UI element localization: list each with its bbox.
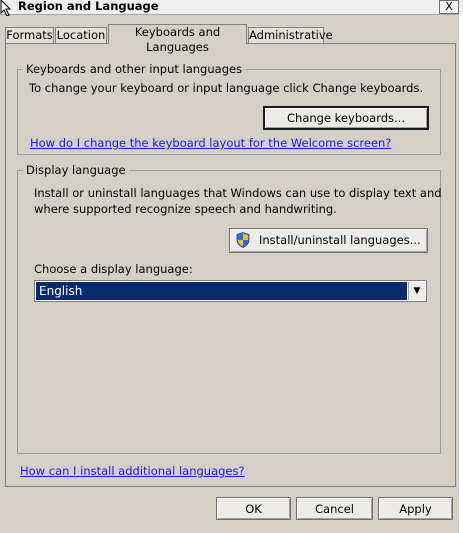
welcome-screen-layout-help-link[interactable]: How do I change the keyboard layout for … [30, 136, 391, 150]
selected-display-language: English [36, 282, 407, 300]
tab-location[interactable]: Location [55, 27, 107, 43]
region-language-dialog: Region and Language X Formats Location K… [0, 0, 463, 533]
display-language-description-line2: where supported recognize speech and han… [34, 202, 337, 216]
keyboards-description: To change your keyboard or input languag… [29, 81, 424, 95]
install-additional-languages-link[interactable]: How can I install additional languages? [20, 464, 245, 478]
tab-administrative[interactable]: Administrative [248, 27, 333, 43]
tab-label: Formats [6, 28, 53, 42]
close-icon: X [445, 0, 453, 13]
install-uninstall-languages-button[interactable]: Install/uninstall languages... [229, 228, 428, 253]
tab-label: Location [56, 28, 106, 42]
tab-panel-keyboards-and-languages: Keyboards and other input languages To c… [5, 43, 456, 487]
apply-button[interactable]: Apply [378, 497, 453, 520]
window-edge [459, 14, 463, 533]
tab-keyboards-and-languages[interactable]: Keyboards and Languages [108, 24, 247, 54]
uac-shield-icon [236, 232, 250, 248]
choose-display-language-label: Choose a display language: [34, 262, 193, 276]
keyboards-group: Keyboards and other input languages To c… [17, 62, 441, 155]
tab-label: Administrative [249, 28, 333, 42]
display-language-group-legend: Display language [23, 163, 129, 177]
display-language-group: Display language Install or uninstall la… [17, 163, 442, 454]
install-button-label: Install/uninstall languages... [259, 233, 421, 247]
tab-label: Keyboards and Languages [134, 25, 221, 54]
window-title: Region and Language [18, 0, 159, 13]
display-language-select[interactable]: English ▼ [34, 280, 427, 302]
chevron-down-icon[interactable]: ▼ [408, 282, 425, 300]
close-button[interactable]: X [439, 0, 459, 14]
keyboards-group-legend: Keyboards and other input languages [23, 62, 246, 76]
mouse-cursor-icon [0, 0, 12, 16]
change-keyboards-button[interactable]: Change keyboards... [263, 106, 429, 130]
cancel-button[interactable]: Cancel [296, 497, 373, 520]
display-language-description-line1: Install or uninstall languages that Wind… [34, 186, 442, 200]
tab-formats[interactable]: Formats [5, 27, 54, 43]
ok-button[interactable]: OK [216, 497, 291, 520]
title-bar[interactable]: Region and Language X [0, 0, 463, 16]
